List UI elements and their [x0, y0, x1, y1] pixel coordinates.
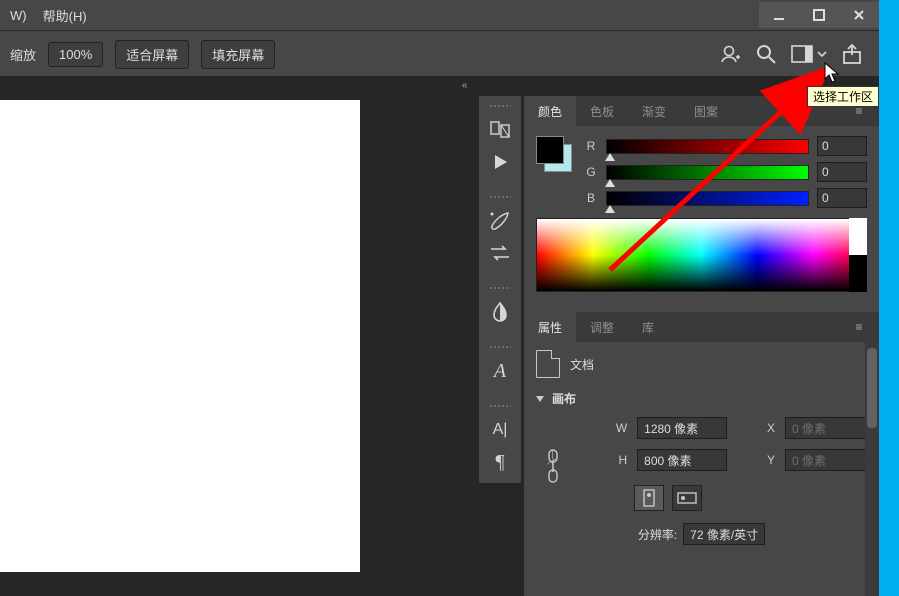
color-panel-body: R 0 G 0 B 0 — [524, 126, 879, 304]
zoom-value-field[interactable]: 100% — [48, 42, 103, 67]
tab-swatches[interactable]: 色板 — [576, 96, 628, 126]
panel-collapse-handle[interactable]: « — [435, 80, 479, 91]
tab-color[interactable]: 颜色 — [524, 96, 576, 126]
titlebar: W) 帮助(H) — [0, 0, 879, 30]
orientation-portrait-button[interactable] — [634, 485, 664, 511]
swap-brush-icon[interactable] — [484, 238, 516, 268]
work-area: « A — [0, 76, 879, 596]
channel-r-slider[interactable] — [606, 139, 809, 154]
x-input: 0 像素 — [785, 417, 867, 439]
chevron-down-icon — [817, 50, 827, 58]
orientation-landscape-button[interactable] — [672, 485, 702, 511]
width-input[interactable]: 1280 像素 — [637, 417, 727, 439]
fg-color-swatch[interactable] — [536, 136, 564, 164]
canvas-section-label: 画布 — [552, 390, 576, 407]
history-icon[interactable] — [484, 115, 516, 145]
link-dimensions-icon[interactable] — [546, 444, 560, 491]
channel-r-input[interactable]: 0 — [817, 136, 867, 156]
resolution-input[interactable]: 72 像素/英寸 — [683, 523, 765, 545]
chevron-down-icon — [536, 396, 544, 402]
window-close-button[interactable] — [839, 2, 879, 28]
fit-screen-button[interactable]: 适合屏幕 — [115, 40, 189, 69]
tab-library[interactable]: 库 — [628, 312, 668, 342]
y-label: Y — [737, 453, 775, 467]
share-icon[interactable] — [841, 43, 863, 65]
workspace-panel-icon — [791, 45, 813, 63]
panel-grip[interactable] — [489, 404, 511, 409]
options-bar: 缩放 100% 适合屏幕 填充屏幕 — [0, 30, 879, 77]
window-maximize-button[interactable] — [799, 2, 839, 28]
channel-g-input[interactable]: 0 — [817, 162, 867, 182]
props-scrollbar[interactable] — [865, 342, 879, 596]
x-label: X — [737, 421, 775, 435]
width-label: W — [586, 421, 627, 435]
resolution-label: 分辨率: — [638, 526, 677, 543]
workspace-tooltip: 选择工作区 — [807, 86, 879, 107]
maximize-icon — [812, 8, 826, 22]
tab-gradient[interactable]: 渐变 — [628, 96, 680, 126]
portrait-icon — [642, 489, 656, 507]
y-input: 0 像素 — [785, 449, 867, 471]
height-input[interactable]: 800 像素 — [637, 449, 727, 471]
color-spectrum[interactable] — [536, 218, 867, 292]
menu-help[interactable]: 帮助(H) — [37, 6, 93, 25]
height-label: H — [586, 453, 627, 467]
panel-grip[interactable] — [489, 104, 511, 109]
props-panel-body: 文档 画布 W 1280 像素 X 0 像素 H — [524, 342, 879, 596]
fill-screen-button[interactable]: 填充屏幕 — [201, 40, 275, 69]
tab-properties[interactable]: 属性 — [524, 312, 576, 342]
type-ai-icon[interactable]: A| — [484, 415, 516, 445]
type-a-icon[interactable]: A — [484, 356, 516, 386]
props-panel-menu-icon[interactable]: ≡ — [847, 320, 879, 334]
channel-g-label: G — [584, 165, 598, 179]
document-icon — [536, 350, 560, 378]
tab-pattern[interactable]: 图案 — [680, 96, 732, 126]
close-icon — [852, 8, 866, 22]
channel-r-label: R — [584, 139, 598, 153]
search-icon[interactable] — [755, 43, 777, 65]
menu-window-stub[interactable]: W) — [4, 8, 33, 23]
zoom-label: 缩放 — [10, 45, 36, 64]
document-label: 文档 — [570, 356, 594, 373]
minimize-icon — [772, 8, 786, 22]
props-panel-header: 属性 调整 库 ≡ — [524, 312, 879, 342]
brush-icon[interactable] — [484, 206, 516, 236]
channel-g-slider[interactable] — [606, 165, 809, 180]
fg-bg-swatch[interactable] — [536, 136, 572, 172]
channel-b-slider[interactable] — [606, 191, 809, 206]
play-icon[interactable] — [484, 147, 516, 177]
channel-b-label: B — [584, 191, 598, 205]
canvas-section-header[interactable]: 画布 — [536, 390, 867, 407]
channel-b-input[interactable]: 0 — [817, 188, 867, 208]
workspace-switcher[interactable] — [791, 45, 827, 63]
landscape-icon — [677, 491, 697, 505]
panels-dock: 颜色 色板 渐变 图案 ≡ R — [524, 96, 879, 596]
tab-adjust[interactable]: 调整 — [576, 312, 628, 342]
panel-grip[interactable] — [489, 286, 511, 291]
window-minimize-button[interactable] — [759, 2, 799, 28]
droplet-icon[interactable] — [484, 297, 516, 327]
panel-grip[interactable] — [489, 195, 511, 200]
cloud-user-icon[interactable] — [719, 43, 741, 65]
panel-grip[interactable] — [489, 345, 511, 350]
document-canvas[interactable] — [0, 100, 360, 572]
collapsed-panel-strip: A A| ¶ — [479, 96, 521, 483]
paragraph-icon[interactable]: ¶ — [484, 447, 516, 477]
